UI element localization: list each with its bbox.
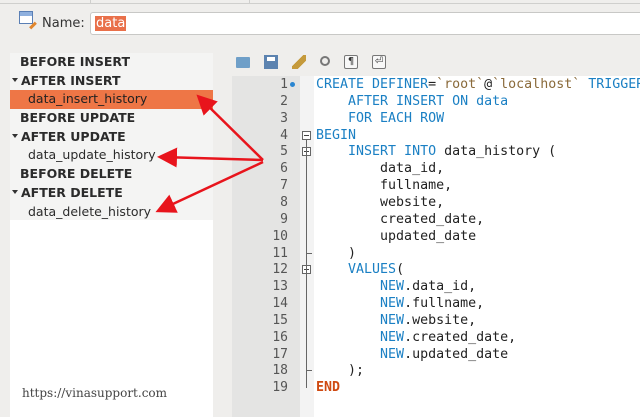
- arrow-insert: [196, 94, 264, 161]
- arrow-update: [157, 147, 264, 168]
- arrow-delete: [155, 160, 264, 213]
- annotation-arrows: [155, 94, 264, 213]
